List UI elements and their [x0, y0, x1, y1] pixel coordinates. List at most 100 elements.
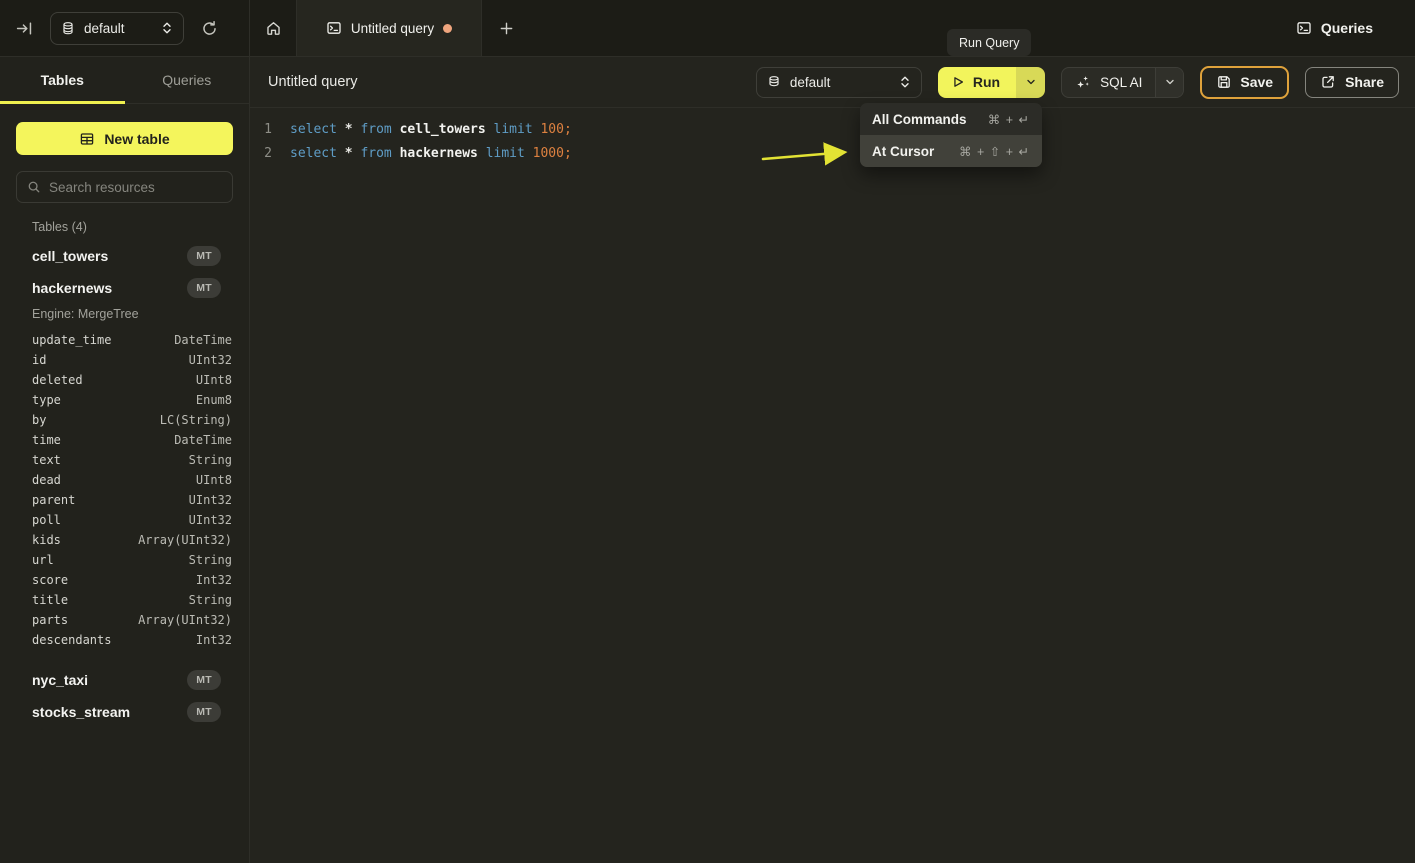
column-row: update_timeDateTime	[0, 330, 249, 350]
menu-item-label: All Commands	[872, 112, 967, 127]
home-tab[interactable]	[250, 0, 297, 56]
column-name: descendants	[32, 633, 111, 647]
column-row: title String	[0, 590, 249, 610]
line-number: 1	[250, 118, 272, 142]
tables-section-label: Tables (4)	[0, 220, 249, 234]
column-type: LC(String)	[160, 413, 232, 427]
column-name: parent	[32, 493, 75, 507]
editor-header-controls: default Run	[756, 66, 1399, 99]
sidebar-tab-tables[interactable]: Tables	[0, 57, 125, 103]
column-row: by LC(String)	[0, 410, 249, 430]
column-type: String	[189, 593, 232, 607]
chevron-down-icon	[1025, 76, 1037, 88]
updown-chevrons-icon	[161, 21, 173, 35]
column-name: by	[32, 413, 46, 427]
run-menu-item[interactable]: At Cursor⌘ + ⇧ + ↵	[860, 135, 1042, 167]
new-table-label: New table	[104, 131, 169, 147]
table-name: nyc_taxi	[32, 672, 187, 688]
column-type: UInt32	[189, 513, 232, 527]
column-type: String	[189, 553, 232, 567]
column-name: time	[32, 433, 61, 447]
column-name: title	[32, 593, 68, 607]
editor-header: Untitled query default	[250, 57, 1415, 108]
column-row: parent UInt32	[0, 490, 249, 510]
save-button[interactable]: Save	[1200, 66, 1289, 99]
menu-item-label: At Cursor	[872, 144, 934, 159]
column-name: text	[32, 453, 61, 467]
run-query-tooltip: Run Query	[947, 29, 1031, 56]
table-row[interactable]: cell_towersMT	[0, 240, 249, 272]
database-icon	[767, 75, 781, 90]
menu-item-shortcut: ⌘ + ↵	[988, 112, 1030, 127]
tables-list: cell_towersMThackernewsMTEngine: MergeTr…	[0, 240, 249, 728]
sidebar-tab-queries[interactable]: Queries	[125, 57, 250, 103]
table-name: stocks_stream	[32, 704, 187, 720]
column-row: scoreInt32	[0, 570, 249, 590]
refresh-button[interactable]	[197, 16, 222, 41]
column-name: deleted	[32, 373, 83, 387]
column-name: poll	[32, 513, 61, 527]
table-row[interactable]: hackernewsMT	[0, 272, 249, 304]
run-options-caret-button[interactable]	[1016, 67, 1045, 98]
code-line: 2 select * from hackernews limit 1000;	[250, 142, 1415, 166]
column-type: Int32	[196, 633, 232, 647]
column-type: Array(UInt32)	[138, 533, 232, 547]
queries-panel-button[interactable]: Queries	[1284, 0, 1415, 56]
run-label: Run	[973, 74, 1000, 90]
collapse-sidebar-button[interactable]	[12, 16, 37, 41]
run-split-button: Run	[938, 67, 1045, 98]
table-engine-label: Engine: MergeTree	[0, 304, 249, 323]
updown-chevrons-icon	[899, 75, 911, 89]
table-row[interactable]: nyc_taxiMT	[0, 664, 249, 696]
engine-badge: MT	[187, 246, 221, 266]
tab-label: Untitled query	[351, 21, 434, 36]
column-type: DateTime	[174, 333, 232, 347]
line-number: 2	[250, 142, 272, 166]
share-button[interactable]: Share	[1305, 67, 1399, 98]
refresh-icon	[201, 20, 218, 37]
column-type: UInt32	[189, 353, 232, 367]
sidebar: Tables Queries New table Tables (4) cell…	[0, 57, 250, 863]
new-tab-button[interactable]	[482, 0, 530, 56]
column-row: urlString	[0, 550, 249, 570]
table-row[interactable]: stocks_streamMT	[0, 696, 249, 728]
database-selector-value: default	[84, 21, 152, 36]
table-grid-icon	[79, 131, 95, 147]
unsaved-indicator-dot	[443, 24, 452, 33]
columns-list: update_timeDateTimeidUInt32deletedUInt8t…	[0, 330, 249, 650]
search-resources-input[interactable]	[49, 180, 222, 195]
column-type: UInt32	[189, 493, 232, 507]
run-button[interactable]: Run	[938, 67, 1016, 98]
column-row: deletedUInt8	[0, 370, 249, 390]
terminal-icon	[326, 20, 342, 36]
tab-untitled-query[interactable]: Untitled query	[297, 0, 482, 56]
run-menu-item[interactable]: All Commands ⌘ + ↵	[860, 103, 1042, 135]
save-label: Save	[1240, 74, 1273, 90]
code-text: select * from cell_towers limit 100;	[290, 118, 572, 142]
column-name: id	[32, 353, 46, 367]
code-text: select * from hackernews limit 1000;	[290, 142, 572, 166]
sql-editor[interactable]: 1 select * from cell_towers limit 100; 2 se…	[250, 108, 1415, 863]
sql-ai-label: SQL AI	[1100, 75, 1142, 90]
database-selector-value: default	[790, 75, 890, 90]
sidebar-tabs: Tables Queries	[0, 57, 249, 104]
tabstrip: Untitled query	[250, 0, 530, 56]
sql-ai-caret-button[interactable]	[1155, 68, 1183, 97]
table-name: hackernews	[32, 280, 187, 296]
content: Untitled query default	[250, 57, 1415, 863]
home-icon	[265, 20, 282, 37]
chevron-down-icon	[1164, 76, 1176, 88]
column-row: typeEnum8	[0, 390, 249, 410]
sql-ai-button[interactable]: SQL AI	[1062, 68, 1155, 97]
editor-database-selector[interactable]: default	[756, 67, 922, 98]
engine-badge: MT	[187, 278, 221, 298]
table-name: cell_towers	[32, 248, 187, 264]
column-row: partsArray(UInt32)	[0, 610, 249, 630]
topbar-database-selector[interactable]: default	[50, 12, 184, 45]
new-table-button[interactable]: New table	[16, 122, 233, 155]
search-icon	[27, 180, 41, 194]
column-name: dead	[32, 473, 61, 487]
topbar-left: default	[0, 0, 250, 56]
column-row: descendants Int32	[0, 630, 249, 650]
database-icon	[61, 21, 75, 36]
